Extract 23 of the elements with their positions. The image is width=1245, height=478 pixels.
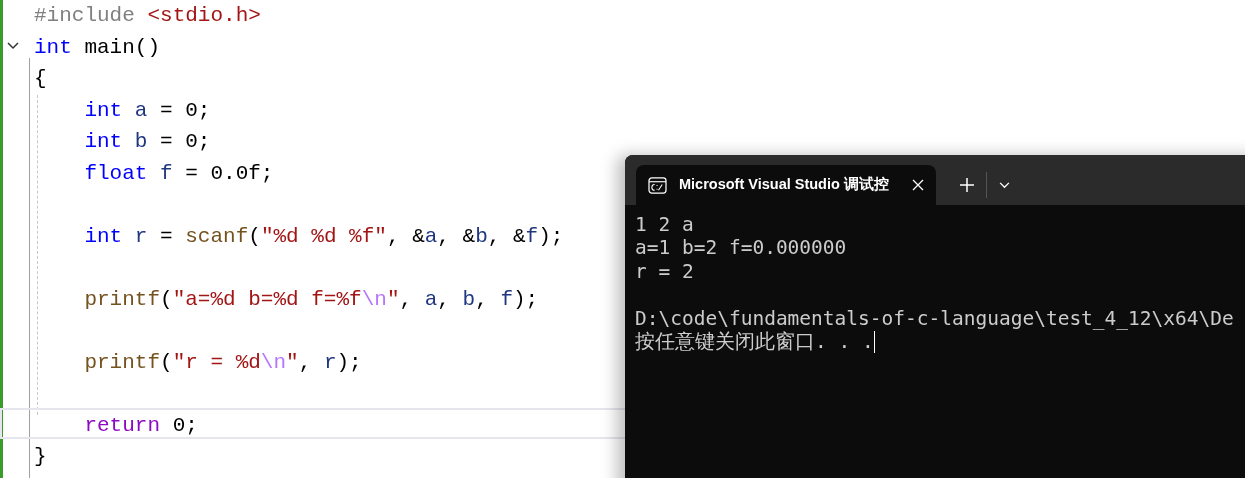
code-line: int a = 0; [83, 98, 211, 122]
code-line: return 0; [83, 413, 198, 437]
code-line: } [34, 445, 47, 468]
console-icon [648, 176, 667, 194]
dropdown-chevron-icon[interactable] [999, 181, 1010, 189]
code-line: { [34, 67, 47, 90]
terminal-output-line: 1 2 a [635, 213, 694, 237]
terminal-output-line: 按任意键关闭此窗口. . . [635, 329, 874, 354]
terminal-output-line: D:\code\fundamentals-of-c-language\test_4_12\x64\De [635, 306, 1234, 330]
tab-title: Microsoft Visual Studio 调试控 [679, 175, 889, 195]
code-line: printf("r = %d\n", r); [83, 350, 362, 374]
terminal-output-line: r = 2 [635, 259, 694, 284]
code-line: int main() [34, 35, 161, 59]
code-line: float f = 0.0f; [83, 161, 274, 185]
terminal-output-line: a=1 b=2 f=0.000000 [635, 236, 847, 260]
code-line: int b = 0; [83, 130, 211, 153]
close-icon[interactable] [912, 179, 924, 191]
terminal-tab[interactable]: Microsoft Visual Studio 调试控 [636, 165, 936, 205]
code-line: int r = scanf("%d %d %f", &a, &b, &f); [83, 224, 564, 248]
code-line: #include <stdio.h> [34, 4, 261, 27]
new-tab-plus-icon[interactable] [960, 178, 974, 192]
collapse-chevron-icon[interactable] [7, 41, 19, 50]
code-line: printf("a=%d b=%d f=%f\n", a, b, f); [83, 287, 539, 311]
